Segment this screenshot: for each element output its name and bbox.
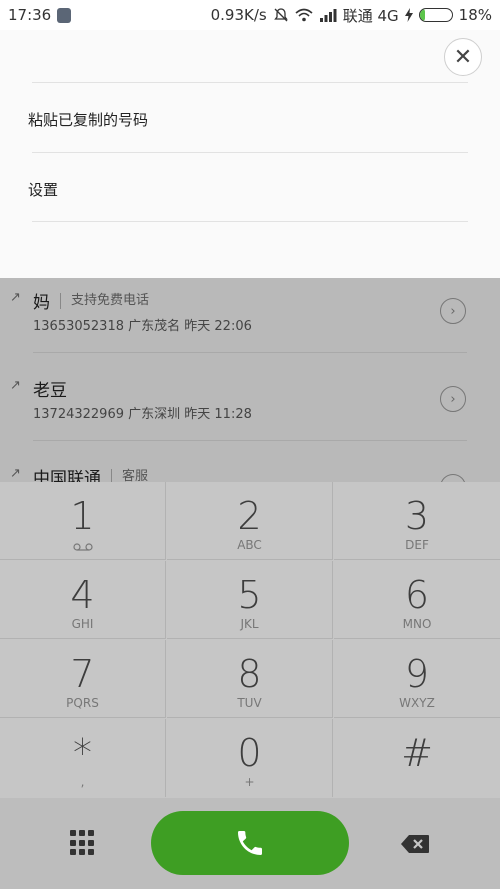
contact-name: 妈	[33, 293, 50, 313]
menu-item-settings[interactable]: 设置	[28, 179, 58, 200]
key-5[interactable]: 5 JKL	[167, 561, 333, 639]
key-6[interactable]: 6 MNO	[334, 561, 500, 639]
signal-icon	[319, 9, 337, 22]
key-8[interactable]: 8 TUV	[167, 640, 333, 718]
key-digit: 0	[237, 731, 262, 775]
key-letters: PQRS	[66, 696, 99, 710]
dial-keypad: 1 2 ABC 3 DEF 4 GHI 5 JKL 6 MNO 7 PQRS 8…	[0, 482, 500, 798]
row-divider	[33, 440, 467, 441]
battery-icon	[418, 8, 453, 22]
key-0[interactable]: 0 +	[167, 719, 333, 797]
menu-divider	[32, 152, 468, 153]
status-time: 17:36	[8, 6, 52, 24]
contact-detail-button[interactable]: ›	[440, 386, 466, 412]
key-9[interactable]: 9 WXYZ	[334, 640, 500, 718]
key-letters: DEF	[405, 538, 429, 552]
key-7[interactable]: 7 PQRS	[0, 640, 166, 718]
key-digit: 4	[70, 573, 95, 617]
notification-app-icon	[57, 7, 72, 23]
close-icon: ✕	[453, 44, 473, 70]
key-2[interactable]: 2 ABC	[167, 482, 333, 560]
phone-number: 13724322969	[33, 407, 124, 422]
contact-name: 老豆	[33, 381, 67, 401]
key-letters: MNO	[402, 617, 432, 631]
row-divider	[33, 352, 467, 353]
key-letters: TUV	[237, 696, 262, 710]
menu-divider	[32, 221, 468, 222]
call-button[interactable]	[151, 811, 349, 875]
dialpad-toggle-icon[interactable]	[70, 830, 96, 856]
network-speed: 0.93K/s	[210, 6, 267, 24]
call-name-group: 老豆	[33, 376, 67, 401]
battery-fill	[419, 9, 426, 21]
contact-detail-button[interactable]: ›	[440, 474, 466, 482]
key-digit: 9	[404, 652, 430, 696]
key-4[interactable]: 4 GHI	[0, 561, 166, 639]
key-3[interactable]: 3 DEF	[334, 482, 500, 560]
call-location: 广东深圳	[128, 407, 181, 422]
contact-tag: 支持免费电话	[60, 292, 149, 309]
key-letters: ,	[80, 775, 85, 789]
key-letters: ABC	[237, 538, 262, 552]
menu-item-paste-number[interactable]: 粘贴已复制的号码	[28, 109, 148, 130]
key-digit: 5	[237, 573, 262, 617]
dialer-menu: ✕ 粘贴已复制的号码 设置	[0, 30, 500, 278]
close-menu-button[interactable]: ✕	[444, 38, 482, 76]
status-right-group: 0.93K/s 联通 4G 18%	[211, 5, 492, 26]
key-digit: 2	[237, 494, 262, 538]
key-digit: 1	[70, 494, 95, 538]
call-time: 昨天 22:06	[184, 319, 252, 334]
backspace-icon[interactable]	[400, 834, 430, 854]
battery-percent: 18%	[458, 6, 492, 24]
contact-name: 中国联通	[33, 469, 101, 482]
key-1[interactable]: 1	[0, 482, 166, 560]
call-name-group: 妈 支持免费电话	[33, 288, 149, 313]
key-digit: 7	[70, 652, 95, 696]
outgoing-call-icon: ↗	[10, 378, 21, 393]
key-letters: GHI	[71, 617, 94, 631]
outgoing-call-icon: ↗	[10, 290, 21, 305]
contact-detail-button[interactable]: ›	[440, 298, 466, 324]
key-hash[interactable]: #	[334, 719, 500, 797]
key-digit: 8	[237, 652, 262, 696]
wifi-icon	[295, 8, 313, 22]
key-letters: JKL	[240, 617, 259, 631]
bell-muted-icon	[273, 8, 288, 22]
key-star[interactable]: * ,	[0, 719, 166, 797]
call-details: 13724322969 广东深圳 昨天 11:28	[33, 403, 252, 422]
phone-number: 13653052318	[33, 319, 124, 334]
call-details: 13653052318 广东茂名 昨天 22:06	[33, 315, 252, 334]
call-log-row[interactable]: ↗ 中国联通 客服 ›	[0, 454, 500, 482]
phone-icon	[238, 831, 262, 855]
menu-divider	[32, 82, 468, 83]
key-digit: *	[73, 731, 92, 775]
contact-tag: 客服	[111, 468, 148, 482]
outgoing-call-icon: ↗	[10, 466, 21, 481]
dialer-bottom-bar	[0, 798, 500, 889]
key-digit: 3	[404, 494, 430, 538]
voicemail-icon	[72, 540, 93, 554]
key-digit: #	[401, 731, 433, 775]
key-letters: +	[244, 775, 255, 789]
chevron-right-icon: ›	[450, 303, 456, 319]
chevron-right-icon: ›	[450, 391, 456, 407]
call-time: 昨天 11:28	[184, 407, 252, 422]
call-location: 广东茂名	[128, 319, 181, 334]
carrier-label: 联通 4G	[342, 6, 399, 25]
key-letters: WXYZ	[399, 696, 435, 710]
status-bar: 17:36 0.93K/s 联通 4G 18%	[0, 0, 500, 30]
charging-icon	[404, 8, 413, 22]
call-name-group: 中国联通 客服	[33, 464, 148, 482]
key-digit: 6	[404, 573, 430, 617]
